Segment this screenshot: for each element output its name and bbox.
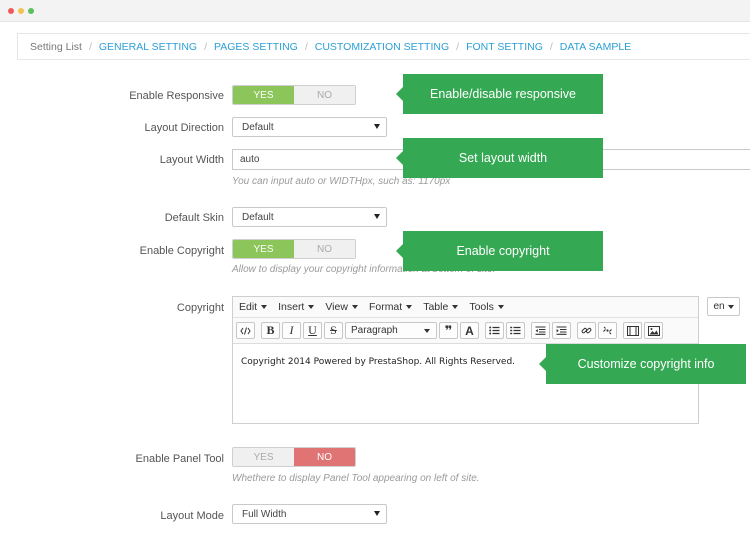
source-code-icon[interactable] bbox=[236, 322, 255, 339]
bullet-list-icon[interactable] bbox=[485, 322, 504, 339]
chevron-down-icon bbox=[406, 305, 413, 309]
enable-panel-tool-help: Whethere to display Panel Tool appearing… bbox=[232, 473, 480, 484]
enable-copyright-label: Enable Copyright bbox=[139, 245, 224, 257]
layout-direction-value: Default bbox=[242, 121, 274, 133]
enable-copyright-no[interactable]: NO bbox=[294, 240, 355, 258]
layout-mode-value: Full Width bbox=[242, 508, 287, 520]
enable-copyright-yes[interactable]: YES bbox=[233, 240, 294, 258]
breadcrumb-setting-list[interactable]: Setting List bbox=[30, 41, 82, 53]
language-value: en bbox=[713, 301, 725, 312]
menu-insert[interactable]: Insert bbox=[278, 301, 315, 313]
link-icon[interactable] bbox=[577, 322, 596, 339]
enable-copyright-toggle[interactable]: YES NO bbox=[232, 239, 356, 259]
enable-responsive-label: Enable Responsive bbox=[129, 90, 224, 102]
breadcrumb: Setting List / GENERAL SETTING / PAGES S… bbox=[17, 33, 750, 60]
strikethrough-icon[interactable]: S bbox=[324, 322, 343, 339]
breadcrumb-pages-setting[interactable]: PAGES SETTING bbox=[214, 41, 298, 53]
enable-panel-tool-toggle[interactable]: YES NO bbox=[232, 447, 356, 467]
layout-mode-select[interactable]: Full Width bbox=[232, 504, 387, 524]
chevron-down-icon bbox=[308, 305, 315, 309]
chevron-down-icon bbox=[261, 305, 268, 309]
layout-direction-label: Layout Direction bbox=[144, 122, 225, 134]
menu-tools[interactable]: Tools bbox=[469, 301, 504, 313]
menu-edit[interactable]: Edit bbox=[239, 301, 268, 313]
enable-panel-tool-no[interactable]: NO bbox=[294, 448, 355, 466]
dropdown-arrow-icon bbox=[374, 124, 380, 129]
default-skin-label: Default Skin bbox=[164, 212, 224, 224]
dropdown-arrow-icon bbox=[374, 511, 380, 516]
underline-icon[interactable]: U bbox=[303, 322, 322, 339]
close-dot-icon[interactable] bbox=[8, 8, 14, 14]
indent-icon[interactable] bbox=[552, 322, 571, 339]
enable-panel-tool-yes[interactable]: YES bbox=[233, 448, 294, 466]
editor-toolbar: B I U S Paragraph ❞ A bbox=[233, 318, 698, 344]
image-icon[interactable] bbox=[644, 322, 663, 339]
layout-direction-select[interactable]: Default bbox=[232, 117, 387, 137]
text-color-icon[interactable]: A bbox=[460, 322, 479, 339]
enable-responsive-no[interactable]: NO bbox=[294, 86, 355, 104]
format-value: Paragraph bbox=[351, 325, 398, 336]
editor-menubar: Edit Insert View Format Table Tools bbox=[233, 297, 698, 318]
layout-mode-label: Layout Mode bbox=[160, 510, 224, 522]
enable-panel-tool-label: Enable Panel Tool bbox=[135, 453, 224, 465]
maximize-dot-icon[interactable] bbox=[28, 8, 34, 14]
chevron-down-icon bbox=[452, 305, 459, 309]
unlink-icon[interactable] bbox=[598, 322, 617, 339]
media-icon[interactable] bbox=[623, 322, 642, 339]
chevron-down-icon bbox=[351, 305, 358, 309]
tooltip-copyright: Enable copyright bbox=[396, 231, 603, 271]
minimize-dot-icon[interactable] bbox=[18, 8, 24, 14]
tooltip-layout-width: Set layout width bbox=[396, 138, 603, 178]
enable-responsive-yes[interactable]: YES bbox=[233, 86, 294, 104]
default-skin-select[interactable]: Default bbox=[232, 207, 387, 227]
outdent-icon[interactable] bbox=[531, 322, 550, 339]
breadcrumb-font-setting[interactable]: FONT SETTING bbox=[466, 41, 543, 53]
menu-table[interactable]: Table bbox=[423, 301, 459, 313]
default-skin-value: Default bbox=[242, 211, 274, 223]
breadcrumb-data-sample[interactable]: DATA SAMPLE bbox=[560, 41, 631, 53]
chevron-down-icon bbox=[727, 304, 734, 309]
chevron-down-icon bbox=[424, 329, 430, 333]
layout-width-label: Layout Width bbox=[159, 154, 224, 166]
bold-icon[interactable]: B bbox=[261, 322, 280, 339]
blockquote-icon[interactable]: ❞ bbox=[439, 322, 458, 339]
enable-responsive-toggle[interactable]: YES NO bbox=[232, 85, 356, 105]
menu-view[interactable]: View bbox=[325, 301, 358, 313]
breadcrumb-general-setting[interactable]: GENERAL SETTING bbox=[99, 41, 197, 53]
dropdown-arrow-icon bbox=[374, 214, 380, 219]
chevron-down-icon bbox=[497, 305, 504, 309]
format-select[interactable]: Paragraph bbox=[345, 322, 437, 339]
copyright-label: Copyright bbox=[176, 302, 224, 314]
menu-format[interactable]: Format bbox=[369, 301, 413, 313]
italic-icon[interactable]: I bbox=[282, 322, 301, 339]
window-titlebar bbox=[0, 0, 750, 22]
numbered-list-icon[interactable] bbox=[506, 322, 525, 339]
layout-width-value: auto bbox=[240, 154, 260, 165]
tooltip-copyright-info: Customize copyright info bbox=[539, 344, 746, 384]
tooltip-responsive: Enable/disable responsive bbox=[396, 74, 603, 114]
breadcrumb-customization-setting[interactable]: CUSTOMIZATION SETTING bbox=[315, 41, 449, 53]
language-select[interactable]: en bbox=[707, 297, 740, 316]
